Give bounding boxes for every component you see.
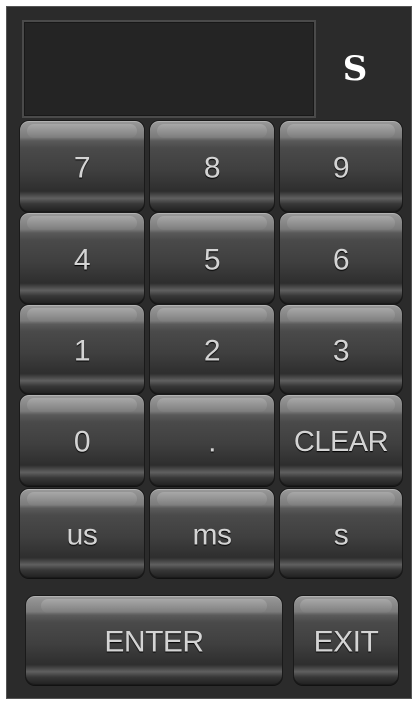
unit-ms-label: ms xyxy=(192,518,233,552)
exit-button-label: EXIT xyxy=(313,625,379,659)
unit-us-button[interactable]: us xyxy=(19,488,145,578)
value-display xyxy=(22,20,316,118)
key-9-label: 9 xyxy=(332,151,350,185)
key-1[interactable]: 1 xyxy=(19,304,145,394)
key-5-label: 5 xyxy=(203,243,221,277)
unit-indicator: S xyxy=(342,49,368,89)
unit-s-label: s xyxy=(333,518,349,552)
key-6[interactable]: 6 xyxy=(279,212,403,304)
clear-button[interactable]: CLEAR xyxy=(279,394,403,486)
unit-s-button[interactable]: s xyxy=(279,488,403,578)
key-5[interactable]: 5 xyxy=(149,212,275,304)
key-7-label: 7 xyxy=(73,151,91,185)
key-7[interactable]: 7 xyxy=(19,120,145,212)
key-1-label: 1 xyxy=(73,334,91,368)
key-2-label: 2 xyxy=(203,334,221,368)
clear-button-label: CLEAR xyxy=(293,426,389,459)
decimal-point-key[interactable]: . xyxy=(149,394,275,486)
unit-us-label: us xyxy=(66,518,98,552)
key-6-label: 6 xyxy=(332,243,350,277)
enter-button[interactable]: ENTER xyxy=(25,595,283,685)
key-8-label: 8 xyxy=(203,151,221,185)
exit-button[interactable]: EXIT xyxy=(293,595,399,685)
key-3[interactable]: 3 xyxy=(279,304,403,394)
key-0[interactable]: 0 xyxy=(19,394,145,486)
key-0-label: 0 xyxy=(73,425,91,459)
key-2[interactable]: 2 xyxy=(149,304,275,394)
decimal-point-label: . xyxy=(208,425,216,459)
key-8[interactable]: 8 xyxy=(149,120,275,212)
enter-button-label: ENTER xyxy=(104,625,204,659)
unit-ms-button[interactable]: ms xyxy=(149,488,275,578)
key-4-label: 4 xyxy=(73,243,91,277)
numeric-keypad-panel: S 7 8 9 4 5 6 1 2 3 0 . CLEAR us ms s EN… xyxy=(6,6,412,699)
key-4[interactable]: 4 xyxy=(19,212,145,304)
key-9[interactable]: 9 xyxy=(279,120,403,212)
key-3-label: 3 xyxy=(332,334,350,368)
